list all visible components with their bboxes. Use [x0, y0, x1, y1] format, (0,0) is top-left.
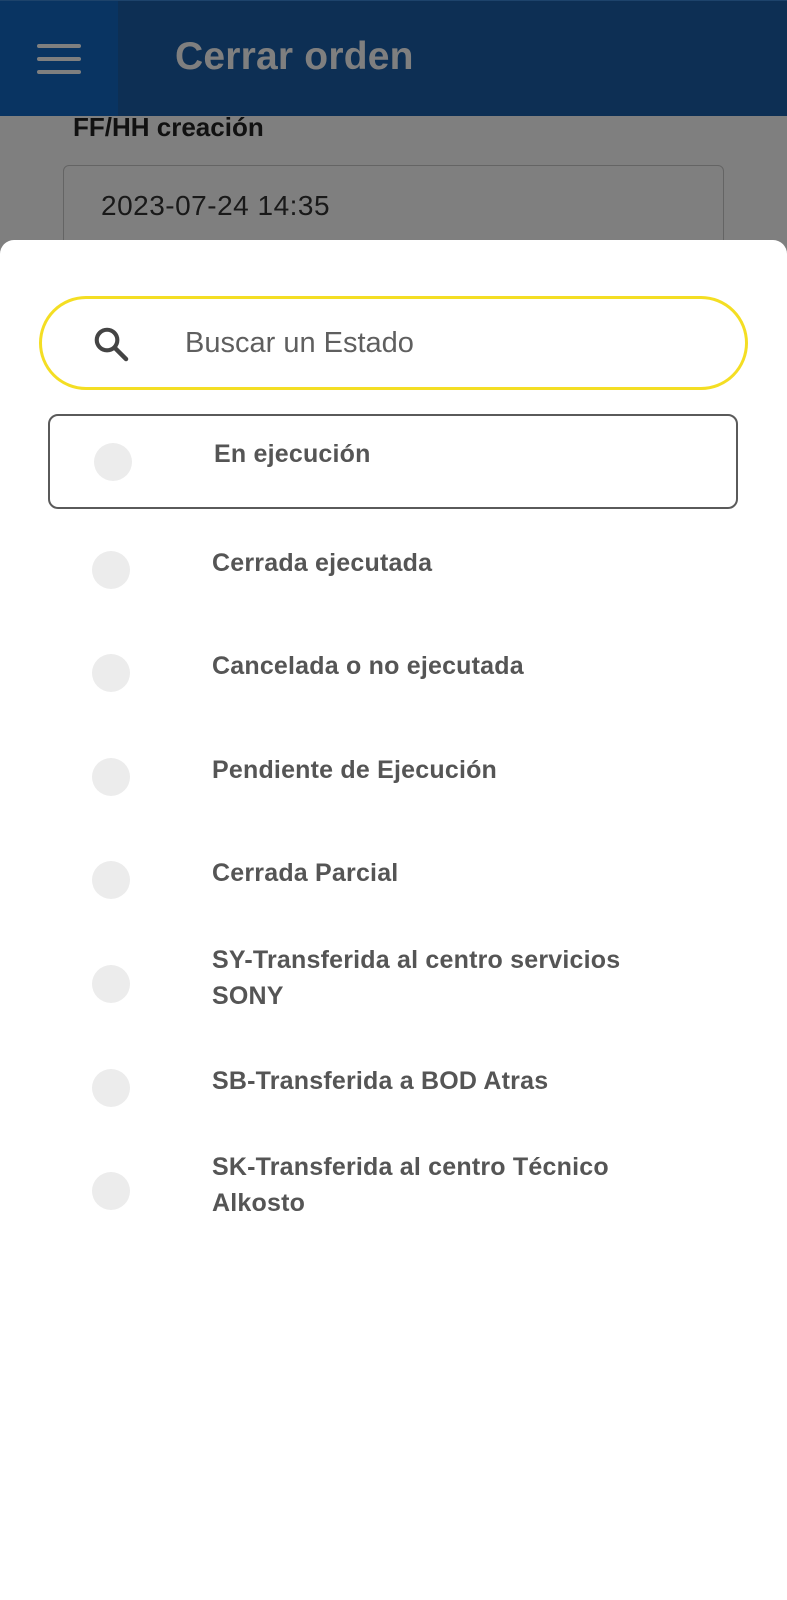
search-bar[interactable] [39, 296, 748, 390]
search-input[interactable] [185, 317, 705, 369]
status-option-sy-transferida[interactable]: SY-Transferida al centro servicios SONY [48, 930, 738, 1035]
option-label: SB-Transferida a BOD Atras [212, 1067, 549, 1095]
option-label: En ejecución [214, 440, 371, 468]
option-label: SK-Transferida al centro Técnico Alkosto [212, 1153, 609, 1217]
option-label: Cerrada ejecutada [212, 549, 433, 577]
status-option-sb-transferida[interactable]: SB-Transferida a BOD Atras [48, 1040, 738, 1135]
radio-button[interactable] [92, 551, 130, 589]
status-option-cancelada[interactable]: Cancelada o no ejecutada [48, 624, 738, 719]
option-label: Cancelada o no ejecutada [212, 652, 524, 680]
radio-button[interactable] [94, 443, 132, 481]
status-option-sk-transferida[interactable]: SK-Transferida al centro Técnico Alkosto [48, 1137, 738, 1242]
option-label: Cerrada Parcial [212, 859, 399, 887]
radio-button[interactable] [92, 965, 130, 1003]
status-option-cerrada-parcial[interactable]: Cerrada Parcial [48, 831, 738, 926]
status-picker-sheet: En ejecución Cerrada ejecutada Cancelada… [0, 240, 787, 1600]
option-label: Pendiente de Ejecución [212, 756, 498, 784]
status-option-cerrada-ejecutada[interactable]: Cerrada ejecutada [48, 521, 738, 616]
status-option-en-ejecucion[interactable]: En ejecución [48, 414, 738, 509]
radio-button[interactable] [92, 654, 130, 692]
radio-button[interactable] [92, 1069, 130, 1107]
status-option-pendiente[interactable]: Pendiente de Ejecución [48, 728, 738, 823]
search-icon [94, 327, 129, 362]
radio-button[interactable] [92, 758, 130, 796]
radio-button[interactable] [92, 1172, 130, 1210]
option-label: SY-Transferida al centro servicios SONY [212, 946, 621, 1010]
radio-button[interactable] [92, 861, 130, 899]
